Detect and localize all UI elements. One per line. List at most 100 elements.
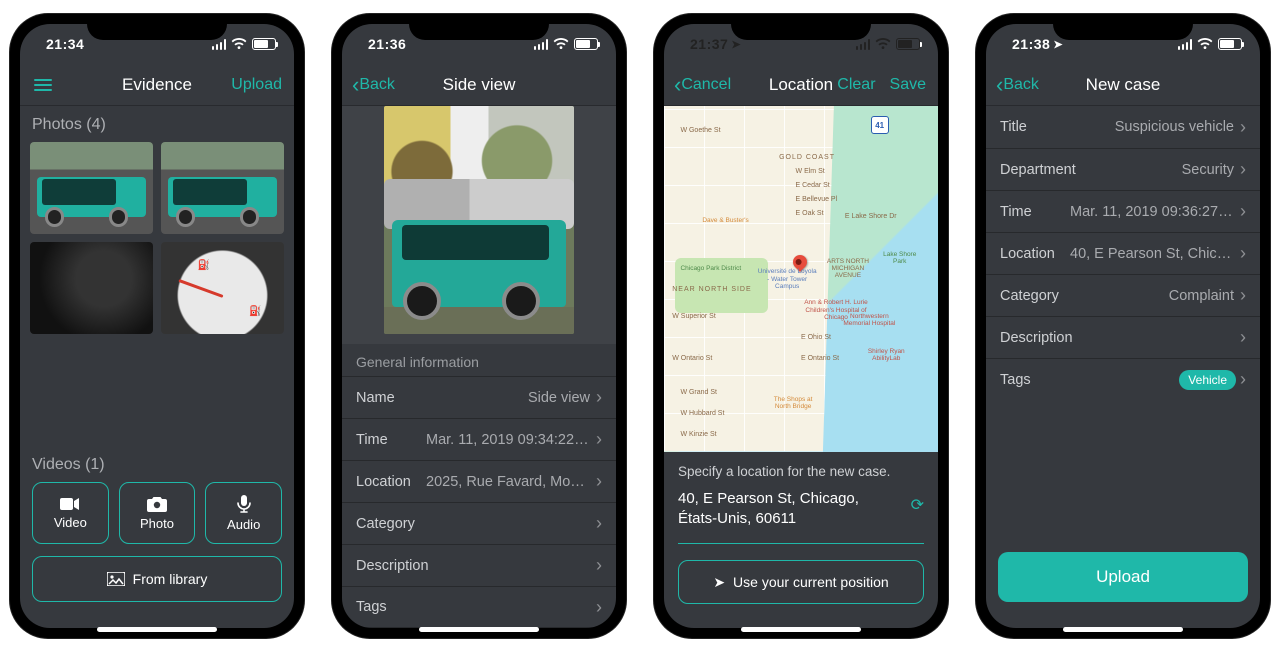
wifi-icon xyxy=(231,38,247,50)
refresh-icon[interactable]: ⟳ xyxy=(911,495,924,517)
signal-icon xyxy=(1178,39,1193,50)
notch xyxy=(731,14,871,40)
map-street-label: W Grand St xyxy=(680,389,717,396)
page-title: New case xyxy=(1086,75,1161,95)
chevron-right-icon: › xyxy=(1240,243,1246,264)
from-library-button[interactable]: From library xyxy=(32,556,282,602)
chevron-left-icon: ‹ xyxy=(996,74,1003,96)
map-street-label: W Hubbard St xyxy=(680,410,724,417)
capture-video-label: Video xyxy=(54,515,87,530)
row-time[interactable]: Time Mar. 11, 2019 09:36:27 PM › xyxy=(986,190,1260,232)
map-street-label: E Oak St xyxy=(796,210,824,217)
photo-thumb[interactable] xyxy=(30,242,153,334)
chevron-right-icon: › xyxy=(1240,201,1246,222)
location-arrow-icon: ➤ xyxy=(731,38,741,51)
nav-header: Evidence Upload xyxy=(20,64,294,106)
map-poi: Shirley Ryan AbilityLab xyxy=(861,348,911,362)
capture-audio-label: Audio xyxy=(227,517,260,532)
row-name[interactable]: Name Side view › xyxy=(342,376,616,418)
row-category[interactable]: Category Complaint › xyxy=(986,274,1260,316)
row-value: Mar. 11, 2019 09:36:27 PM xyxy=(1070,204,1240,220)
phone-location: 21:37 ➤ ‹ Cancel Location Clear Save xyxy=(654,14,948,638)
chevron-right-icon: › xyxy=(1240,159,1246,180)
map-street-label: E Bellevue Pl xyxy=(796,196,838,203)
capture-audio-button[interactable]: Audio xyxy=(205,482,282,544)
row-location[interactable]: Location 2025, Rue Favard, Montréal, Can… xyxy=(342,460,616,502)
row-location[interactable]: Location 40, E Pearson St, Chicago, État… xyxy=(986,232,1260,274)
row-label: Department xyxy=(1000,162,1076,178)
clear-button[interactable]: Clear xyxy=(837,76,875,94)
chevron-right-icon: › xyxy=(1240,327,1246,348)
use-current-position-button[interactable]: ➤ Use your current position xyxy=(678,560,924,604)
photo-preview[interactable] xyxy=(384,106,574,334)
wifi-icon xyxy=(1197,38,1213,50)
signal-icon xyxy=(534,39,549,50)
photo-thumb[interactable]: ⛽⛽ xyxy=(161,242,284,334)
row-time[interactable]: Time Mar. 11, 2019 09:34:22 PM › xyxy=(342,418,616,460)
row-value: Suspicious vehicle xyxy=(1115,119,1240,135)
photos-section-label: Photos (4) xyxy=(20,106,294,142)
use-current-position-label: Use your current position xyxy=(733,574,889,590)
map-district-label: NEAR NORTH SIDE xyxy=(672,286,751,293)
home-indicator[interactable] xyxy=(97,627,217,632)
row-department[interactable]: Department Security › xyxy=(986,148,1260,190)
photo-grid: ⛽⛽ xyxy=(20,142,294,334)
mic-icon xyxy=(237,495,251,513)
home-indicator[interactable] xyxy=(419,627,539,632)
cancel-button[interactable]: ‹ Cancel xyxy=(674,64,731,105)
status-time: 21:37 xyxy=(690,36,728,52)
row-label: Description xyxy=(1000,330,1073,346)
upload-button[interactable]: Upload xyxy=(998,552,1248,602)
signal-icon xyxy=(212,39,227,50)
upload-link[interactable]: Upload xyxy=(231,76,282,94)
map-street-label: W Ontario St xyxy=(672,355,712,362)
photo-preview-wrap xyxy=(342,106,616,344)
chevron-right-icon: › xyxy=(596,555,602,576)
battery-icon xyxy=(252,38,276,50)
menu-button[interactable] xyxy=(30,64,52,105)
row-value: Side view xyxy=(528,390,596,406)
photo-thumb[interactable] xyxy=(161,142,284,234)
row-label: Category xyxy=(356,516,415,532)
upload-label: Upload xyxy=(1096,567,1150,587)
cancel-label: Cancel xyxy=(681,76,731,94)
from-library-label: From library xyxy=(133,571,208,587)
location-arrow-icon: ➤ xyxy=(1053,38,1063,51)
battery-icon xyxy=(574,38,598,50)
chevron-right-icon: › xyxy=(596,597,602,618)
row-description[interactable]: Description › xyxy=(342,544,616,586)
image-icon xyxy=(107,572,125,586)
notch xyxy=(1053,14,1193,40)
capture-video-button[interactable]: Video xyxy=(32,482,109,544)
row-category[interactable]: Category › xyxy=(342,502,616,544)
row-description[interactable]: Description › xyxy=(986,316,1260,358)
row-title[interactable]: Title Suspicious vehicle › xyxy=(986,106,1260,148)
photo-thumb[interactable] xyxy=(30,142,153,234)
map-view[interactable]: 41 GOLD COAST NEAR NORTH SIDE W Goethe S… xyxy=(664,106,938,452)
chevron-right-icon: › xyxy=(596,471,602,492)
back-button[interactable]: ‹ Back xyxy=(352,64,395,105)
row-tags[interactable]: Tags Vehicle › xyxy=(986,358,1260,400)
row-label: Description xyxy=(356,558,429,574)
map-street-label: W Kinzie St xyxy=(680,431,716,438)
signal-icon xyxy=(856,39,871,50)
video-icon xyxy=(60,497,80,511)
chevron-right-icon: › xyxy=(596,513,602,534)
back-label: Back xyxy=(359,76,395,94)
row-tags[interactable]: Tags › xyxy=(342,586,616,628)
back-button[interactable]: ‹ Back xyxy=(996,64,1039,105)
chevron-left-icon: ‹ xyxy=(352,74,359,96)
map-street-label: E Cedar St xyxy=(796,182,830,189)
nav-header: ‹ Cancel Location Clear Save xyxy=(664,64,938,106)
home-indicator[interactable] xyxy=(1063,627,1183,632)
chevron-right-icon: › xyxy=(596,429,602,450)
tag-pill: Vehicle xyxy=(1179,370,1236,390)
capture-photo-button[interactable]: Photo xyxy=(119,482,196,544)
map-street-label: W Superior St xyxy=(672,313,716,320)
save-button[interactable]: Save xyxy=(890,76,926,94)
chevron-right-icon: › xyxy=(596,387,602,408)
address-input[interactable]: 40, E Pearson St, Chicago, États-Unis, 6… xyxy=(678,489,924,530)
map-district-label: GOLD COAST xyxy=(779,154,835,161)
home-indicator[interactable] xyxy=(741,627,861,632)
row-label: Time xyxy=(356,432,388,448)
